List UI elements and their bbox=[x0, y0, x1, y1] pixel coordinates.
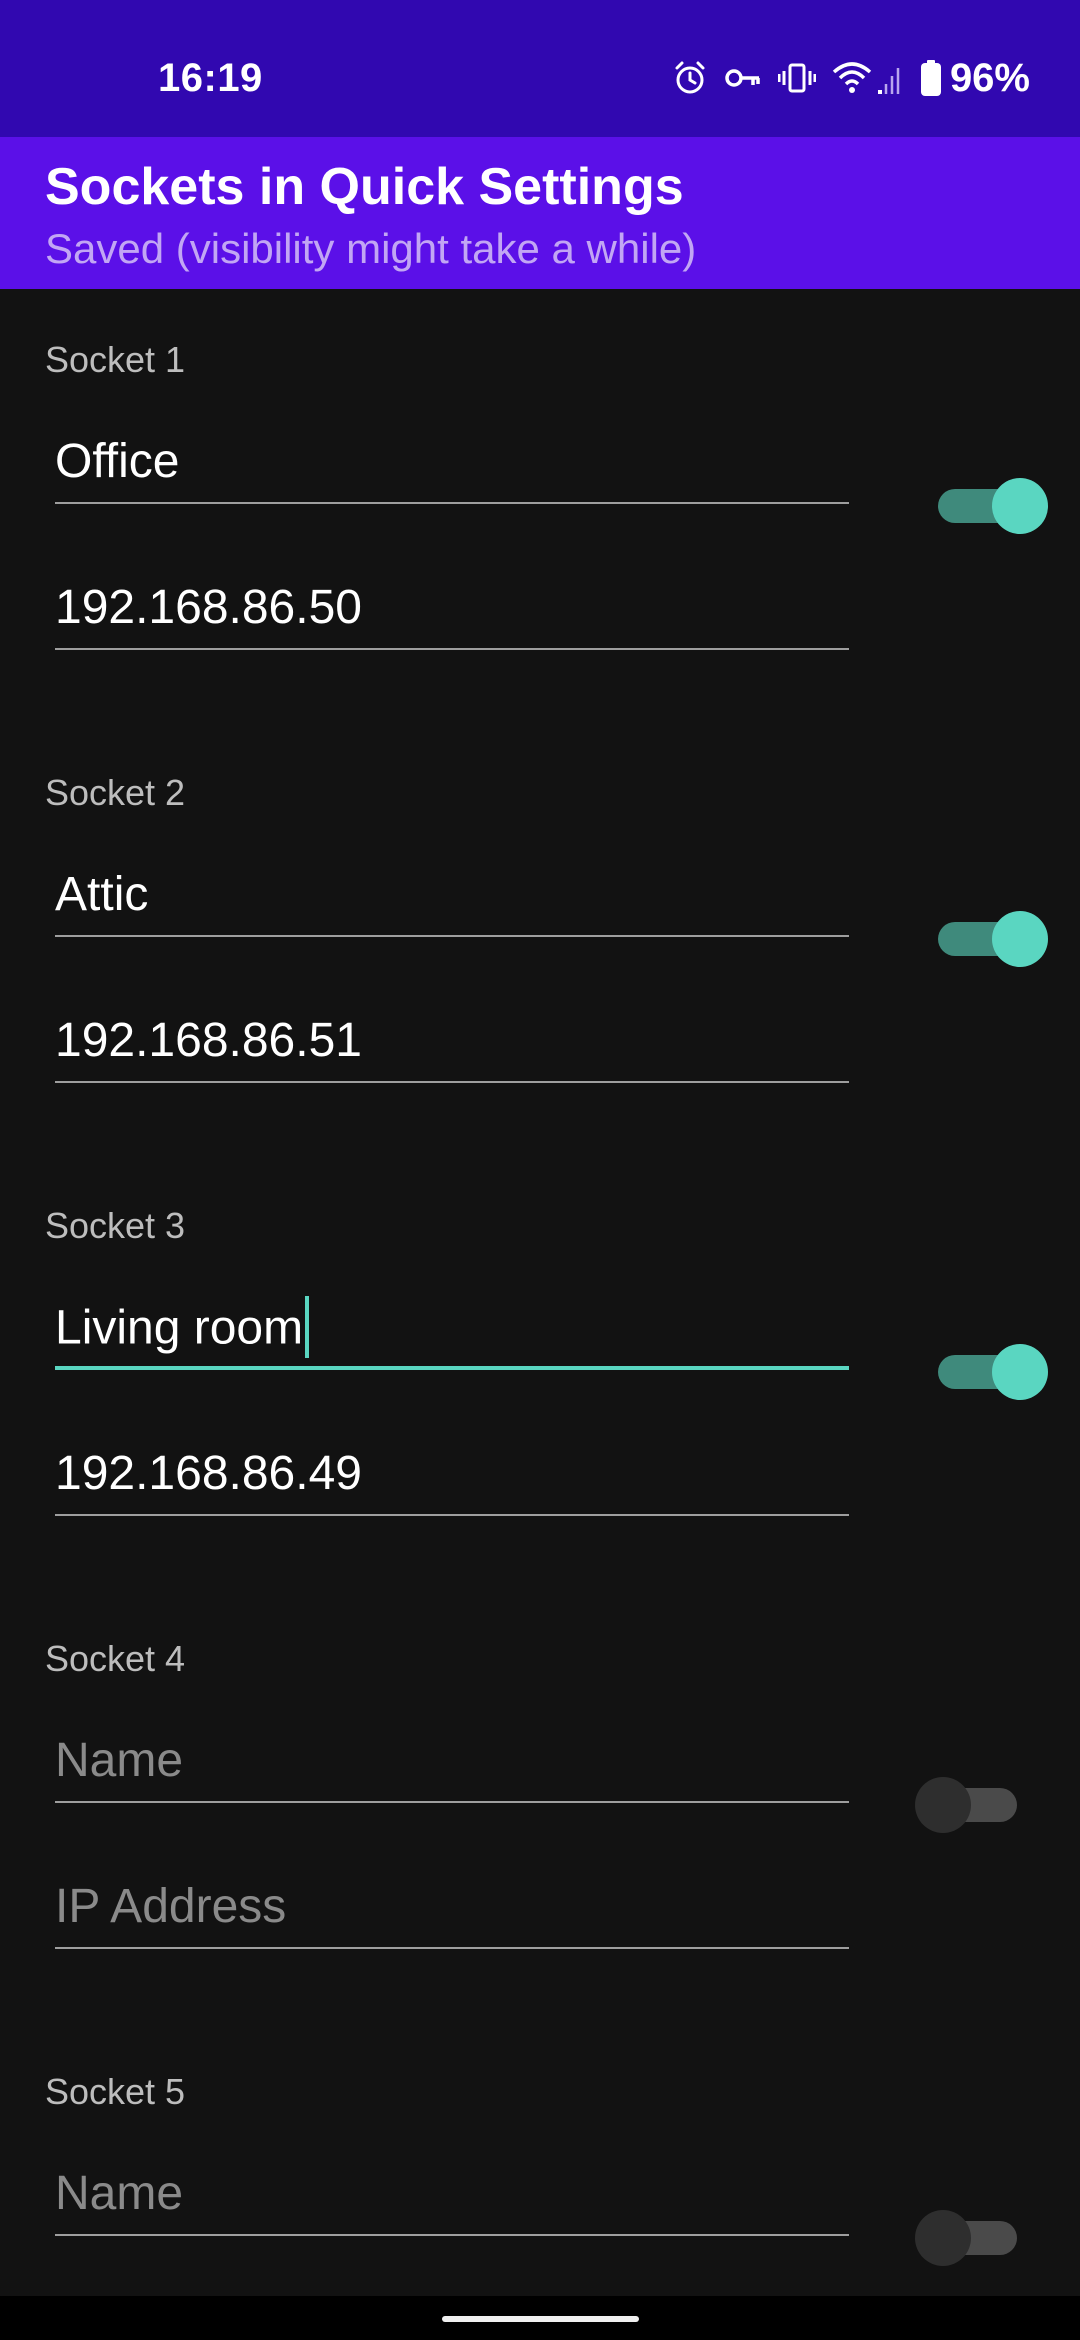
socket-ip-value: 192.168.86.49 bbox=[55, 1447, 362, 1500]
home-gesture-handle[interactable] bbox=[442, 2316, 639, 2322]
cell-signal-icon bbox=[876, 60, 904, 96]
socket-name-value: Office bbox=[55, 435, 180, 488]
battery-icon bbox=[920, 59, 942, 97]
status-icons: 96% bbox=[656, 52, 1030, 104]
socket-enable-toggle[interactable] bbox=[915, 2206, 1025, 2266]
toggle-thumb bbox=[992, 478, 1048, 534]
ip-placeholder: IP Address bbox=[55, 1880, 287, 1933]
socket-name-field[interactable]: Name bbox=[55, 2156, 849, 2236]
socket-ip-value: 192.168.86.51 bbox=[55, 1014, 362, 1067]
save-status-subtitle: Saved (visibility might take a while) bbox=[45, 225, 697, 272]
socket-ip-field[interactable]: 192.168.86.51 bbox=[55, 1003, 849, 1083]
socket-enable-toggle[interactable] bbox=[915, 1773, 1025, 1833]
socket-name-value: Attic bbox=[55, 868, 149, 921]
socket-3-section: Socket 3 Living room 192.168.86.49 bbox=[0, 1155, 1080, 1588]
toggle-thumb bbox=[915, 1777, 971, 1833]
socket-4-section: Socket 4 Name IP Address bbox=[0, 1588, 1080, 2021]
vibrate-icon bbox=[777, 60, 816, 96]
app-bar: Sockets in Quick Settings Saved (visibil… bbox=[0, 137, 1080, 289]
socket-name-field[interactable]: Living room bbox=[55, 1290, 849, 1370]
socket-ip-field[interactable]: IP Address bbox=[55, 1869, 849, 1949]
wifi-icon bbox=[832, 60, 872, 96]
name-placeholder: Name bbox=[55, 1734, 184, 1787]
socket-enable-toggle[interactable] bbox=[938, 907, 1048, 967]
socket-1-section: Socket 1 Office 192.168.86.50 bbox=[0, 289, 1080, 722]
text-cursor bbox=[305, 1296, 310, 1358]
toggle-thumb bbox=[992, 911, 1048, 967]
name-placeholder: Name bbox=[55, 2167, 184, 2220]
status-clock: 16:19 bbox=[158, 56, 263, 100]
socket-label: Socket 3 bbox=[45, 1205, 186, 1246]
socket-label: Socket 2 bbox=[45, 772, 186, 813]
socket-ip-value: 192.168.86.50 bbox=[55, 581, 362, 634]
socket-5-section: Socket 5 Name bbox=[0, 2021, 1080, 2296]
navigation-bar bbox=[0, 2296, 1080, 2340]
toggle-thumb bbox=[992, 1344, 1048, 1400]
socket-enable-toggle[interactable] bbox=[938, 474, 1048, 534]
socket-label: Socket 4 bbox=[45, 1638, 186, 1679]
page-title: Sockets in Quick Settings bbox=[45, 158, 684, 216]
socket-name-field[interactable]: Office bbox=[55, 424, 849, 504]
socket-label: Socket 1 bbox=[45, 339, 186, 380]
socket-name-field[interactable]: Attic bbox=[55, 857, 849, 937]
socket-name-value-wrap: Living room bbox=[55, 1296, 310, 1362]
socket-enable-toggle[interactable] bbox=[938, 1340, 1048, 1400]
status-bar: 16:19 96% bbox=[0, 0, 1080, 137]
alarm-icon bbox=[672, 60, 708, 96]
socket-list[interactable]: Socket 1 Office 192.168.86.50 Socket 2 A… bbox=[0, 289, 1080, 2296]
toggle-thumb bbox=[915, 2210, 971, 2266]
socket-name-value: Living room bbox=[55, 1301, 304, 1355]
vpn-key-icon bbox=[724, 60, 762, 96]
socket-ip-field[interactable]: 192.168.86.49 bbox=[55, 1436, 849, 1516]
battery-percent: 96% bbox=[949, 55, 1030, 100]
socket-label: Socket 5 bbox=[45, 2071, 186, 2112]
socket-name-field[interactable]: Name bbox=[55, 1723, 849, 1803]
socket-ip-field[interactable]: 192.168.86.50 bbox=[55, 570, 849, 650]
socket-2-section: Socket 2 Attic 192.168.86.51 bbox=[0, 722, 1080, 1155]
